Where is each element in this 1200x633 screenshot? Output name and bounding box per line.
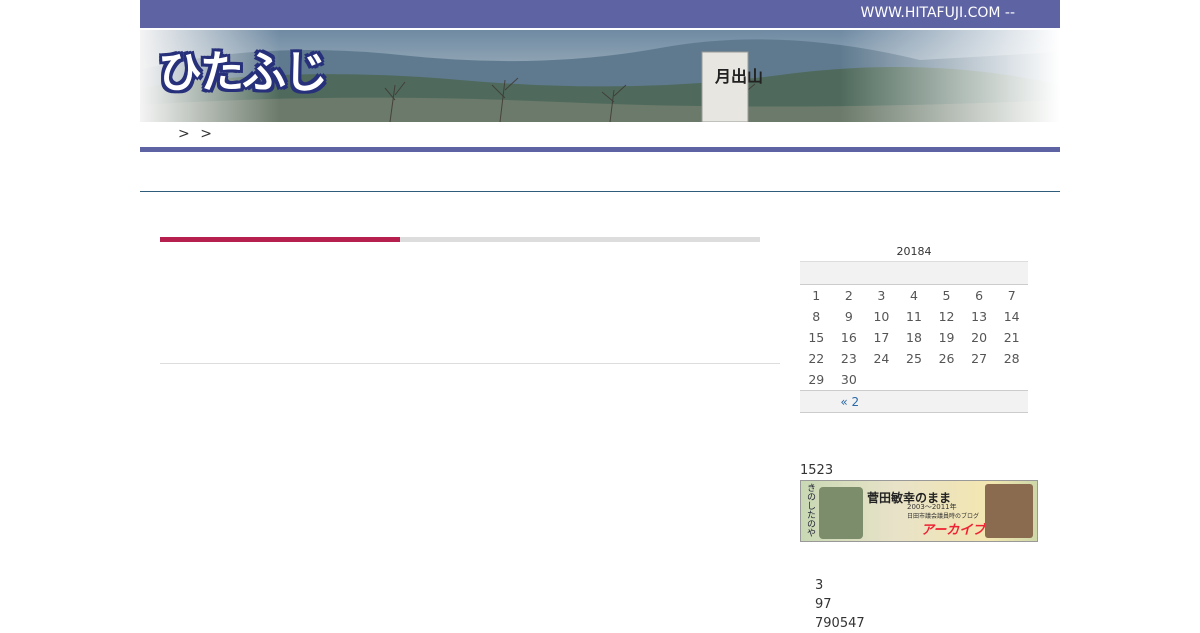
calendar-day[interactable]: 17	[865, 327, 898, 348]
content-divider	[160, 363, 780, 364]
calendar-day[interactable]: 8	[800, 306, 833, 327]
calendar-day[interactable]: 26	[930, 348, 963, 369]
counter-title: 1523	[800, 463, 834, 478]
calendar-day[interactable]: 23	[833, 348, 866, 369]
calendar-day[interactable]: 13	[963, 306, 996, 327]
section-divider	[140, 191, 1060, 192]
calendar-day	[995, 369, 1028, 391]
calendar-day[interactable]: 22	[800, 348, 833, 369]
calendar-day[interactable]: 25	[898, 348, 931, 369]
calendar-weekday-header	[800, 261, 1028, 285]
calendar-day[interactable]: 7	[995, 285, 1028, 307]
main-content	[160, 237, 780, 364]
calendar-week: 15 16 17 18 19 20 21	[800, 327, 1028, 348]
calendar-day[interactable]: 27	[963, 348, 996, 369]
calendar: 1 2 3 4 5 6 7 8 9 10 11 12 13 14 15 16 17 18 19 20 21 22 23 24 2…	[800, 261, 1028, 413]
calendar-day	[898, 369, 931, 391]
calendar-next-cell	[865, 390, 1028, 413]
calendar-day[interactable]: 11	[898, 306, 931, 327]
calendar-day	[865, 369, 898, 391]
calendar-day[interactable]: 21	[995, 327, 1028, 348]
calendar-day[interactable]: 3	[865, 285, 898, 307]
page: WWW.HITAFUJI.COM -- 月出山 ひたふじ > > 20184 1…	[140, 0, 1060, 633]
nav-divider	[140, 147, 1060, 152]
calendar-day[interactable]: 10	[865, 306, 898, 327]
blog-archive-banner[interactable]: きのしたのや 菅田敏幸のまま 2003～2011年 日田市議会議員時のブログ ア…	[800, 480, 1038, 542]
header-banner: 月出山 ひたふじ	[140, 30, 1060, 122]
calendar-week: 22 23 24 25 26 27 28	[800, 348, 1028, 369]
calendar-day[interactable]: 9	[833, 306, 866, 327]
progress-fill	[160, 237, 400, 242]
stat-value: 97	[815, 597, 832, 612]
stats-list: 3 97 790547	[800, 576, 1040, 633]
calendar-week: 29 30	[800, 369, 1028, 391]
calendar-day[interactable]: 6	[963, 285, 996, 307]
calendar-week: 1234567	[800, 285, 1028, 307]
top-bar: WWW.HITAFUJI.COM --	[140, 0, 1060, 28]
ad-photo-right	[985, 484, 1033, 538]
calendar-day[interactable]: 2	[833, 285, 866, 307]
calendar-day[interactable]: 16	[833, 327, 866, 348]
site-logo[interactable]: ひたふじ	[158, 36, 328, 100]
calendar-day[interactable]: 12	[930, 306, 963, 327]
ad-side-text: きのしたのや	[805, 483, 815, 537]
stat-value: 3	[815, 578, 824, 593]
calendar-day[interactable]: 14	[995, 306, 1028, 327]
calendar-day[interactable]: 29	[800, 369, 833, 391]
calendar-prev-link[interactable]: « 2	[800, 390, 866, 413]
calendar-week: 8 9 10 11 12 13 14	[800, 306, 1028, 327]
calendar-day[interactable]: 19	[930, 327, 963, 348]
ad-photo-left	[819, 487, 863, 539]
breadcrumb-separator: >	[200, 126, 212, 142]
stat-value: 790547	[815, 616, 865, 631]
calendar-body: 1 2 3 4 5 6 7 8 9 10 11 12 13 14 15 16 17 18 19 20 21 22 23 24 2…	[800, 285, 1028, 391]
calendar-day[interactable]: 18	[898, 327, 931, 348]
calendar-day	[963, 369, 996, 391]
breadcrumb: > >	[140, 122, 1060, 147]
calendar-day[interactable]: 28	[995, 348, 1028, 369]
progress-bar	[160, 237, 760, 242]
calendar-day[interactable]: 15	[800, 327, 833, 348]
calendar-day[interactable]: 30	[833, 369, 866, 391]
banner-sign-text: 月出山	[714, 67, 763, 86]
calendar-caption: 20184	[896, 245, 932, 258]
breadcrumb-separator: >	[178, 126, 190, 142]
calendar-day[interactable]: 5	[930, 285, 963, 307]
calendar-day[interactable]: 20	[963, 327, 996, 348]
sidebar: 20184 1 2 3 4 5 6 7 8 9 10 11 12 13 14 15 16 17 18 19 20 21 2…	[800, 245, 1040, 633]
calendar-day	[930, 369, 963, 391]
site-url[interactable]: WWW.HITAFUJI.COM --	[860, 5, 1015, 21]
calendar-day[interactable]: 4	[898, 285, 931, 307]
calendar-day[interactable]: 24	[865, 348, 898, 369]
calendar-day[interactable]: 1	[800, 285, 833, 307]
